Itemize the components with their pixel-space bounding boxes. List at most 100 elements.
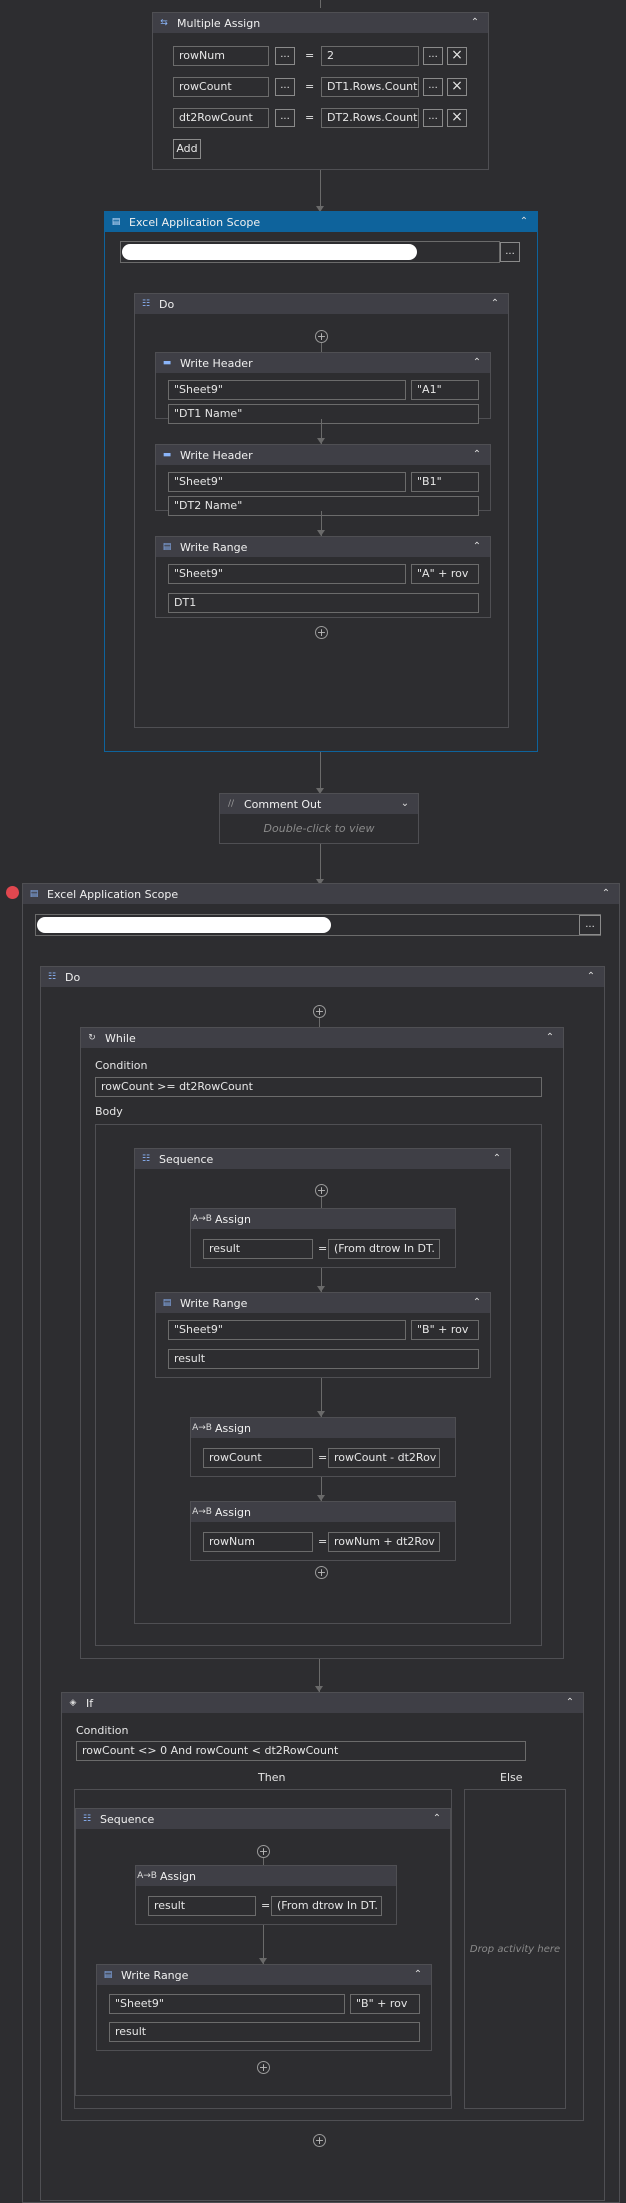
plus-circle-icon[interactable]: + xyxy=(257,1845,270,1858)
write-header-activity[interactable]: ▬ Write Header ⌃ "Sheet9" "A1" "DT1 Name… xyxy=(155,352,491,424)
assign-value-field[interactable]: rowCount - dt2Rov xyxy=(328,1448,440,1468)
plus-circle-icon[interactable]: + xyxy=(315,330,328,343)
plus-circle-icon[interactable]: + xyxy=(313,1005,326,1018)
assign-value-field[interactable]: rowNum + dt2Rov xyxy=(328,1532,440,1552)
assign-value-field[interactable]: 2 xyxy=(321,46,419,66)
double-chevron-up-icon[interactable]: ⌃ xyxy=(543,1030,557,1044)
double-chevron-up-icon[interactable]: ⌃ xyxy=(599,886,613,900)
do-container[interactable]: ☷ Do ⌃ + ▬ Write Header ⌃ "Sheet9" "A1" … xyxy=(134,293,509,728)
sheet-name-field[interactable]: "Sheet9" xyxy=(168,564,406,584)
comment-out-header[interactable]: // Comment Out ⌄ xyxy=(220,794,418,814)
assign-to-field[interactable]: rowCount xyxy=(203,1448,313,1468)
assign-to-field[interactable]: result xyxy=(203,1239,313,1259)
while-header[interactable]: ↻ While ⌃ xyxy=(81,1028,563,1048)
delete-row-icon[interactable]: × xyxy=(447,109,467,127)
write-range-header[interactable]: ▤ Write Range ⌃ xyxy=(156,1293,490,1313)
assign-value-field[interactable]: DT1.Rows.Count xyxy=(321,77,419,97)
double-chevron-down-icon[interactable]: ⌄ xyxy=(398,796,412,810)
double-chevron-up-icon[interactable]: ⌃ xyxy=(411,1967,425,1981)
assign-to-field[interactable]: result xyxy=(148,1896,256,1916)
browse-button[interactable]: ... xyxy=(579,915,601,935)
write-range-activity[interactable]: ▤ Write Range ⌃ "Sheet9" "B" + rov resul… xyxy=(96,1964,432,2051)
write-range-header[interactable]: ▤ Write Range ⌃ xyxy=(97,1965,431,1985)
double-chevron-up-icon[interactable]: ⌃ xyxy=(563,1695,577,1709)
double-chevron-up-icon[interactable]: ⌃ xyxy=(470,355,484,369)
double-chevron-up-icon[interactable]: ⌃ xyxy=(470,539,484,553)
write-header-header[interactable]: ▬ Write Header ⌃ xyxy=(156,353,490,373)
sequence-header[interactable]: ☷ Sequence ⌃ xyxy=(135,1149,510,1169)
then-branch[interactable]: ☷ Sequence ⌃ + A→B Assign result = (From… xyxy=(74,1789,452,2109)
write-range-activity[interactable]: ▤ Write Range ⌃ "Sheet9" "A" + rov DT1 xyxy=(155,536,491,618)
browse-button[interactable]: ... xyxy=(275,109,295,127)
sequence-activity[interactable]: ☷ Sequence ⌃ + A→B Assign result = (From… xyxy=(134,1148,511,1624)
datatable-field[interactable]: result xyxy=(168,1349,479,1369)
do-container[interactable]: ☷ Do ⌃ + ↻ While ⌃ Condition rowCount >=… xyxy=(40,966,605,2201)
assign-header[interactable]: A→B Assign xyxy=(191,1209,455,1229)
double-chevron-up-icon[interactable]: ⌃ xyxy=(490,1151,504,1165)
assign-activity[interactable]: A→B Assign rowNum = rowNum + dt2Rov xyxy=(190,1501,456,1561)
delete-row-icon[interactable]: × xyxy=(447,78,467,96)
assign-header[interactable]: A→B Assign xyxy=(136,1866,396,1886)
plus-circle-icon[interactable]: + xyxy=(315,1566,328,1579)
excel-scope-header[interactable]: ▤ Excel Application Scope ⌃ xyxy=(105,212,537,232)
browse-button[interactable]: ... xyxy=(423,47,443,65)
cell-field[interactable]: "B" + rov xyxy=(350,1994,420,2014)
cell-field[interactable]: "A1" xyxy=(411,380,479,400)
datatable-field[interactable]: DT1 xyxy=(168,593,479,613)
browse-button[interactable]: ... xyxy=(423,78,443,96)
write-header-header[interactable]: ▬ Write Header ⌃ xyxy=(156,445,490,465)
sheet-name-field[interactable]: "Sheet9" xyxy=(168,472,406,492)
sheet-name-field[interactable]: "Sheet9" xyxy=(168,1320,406,1340)
assign-to-field[interactable]: rowNum xyxy=(203,1532,313,1552)
sequence-activity[interactable]: ☷ Sequence ⌃ + A→B Assign result = (From… xyxy=(75,1808,451,2096)
assign-activity[interactable]: A→B Assign rowCount = rowCount - dt2Rov xyxy=(190,1417,456,1477)
double-chevron-up-icon[interactable]: ⌃ xyxy=(517,214,531,228)
write-range-activity[interactable]: ▤ Write Range ⌃ "Sheet9" "B" + rov resul… xyxy=(155,1292,491,1378)
cell-field[interactable]: "B" + rov xyxy=(411,1320,479,1340)
assign-variable-field[interactable]: rowNum xyxy=(173,46,269,66)
do-header[interactable]: ☷ Do ⌃ xyxy=(135,294,508,314)
cell-field[interactable]: "B1" xyxy=(411,472,479,492)
assign-activity[interactable]: A→B Assign result = (From dtrow In DT. xyxy=(190,1208,456,1268)
assign-activity[interactable]: A→B Assign result = (From dtrow In DT. xyxy=(135,1865,397,1925)
browse-button[interactable]: ... xyxy=(500,242,520,262)
double-chevron-up-icon[interactable]: ⌃ xyxy=(488,296,502,310)
if-header[interactable]: ◈ If ⌃ xyxy=(62,1693,583,1713)
comment-out-activity[interactable]: // Comment Out ⌄ Double-click to view xyxy=(219,793,419,844)
plus-circle-icon[interactable]: + xyxy=(315,626,328,639)
excel-application-scope-1[interactable]: ▤ Excel Application Scope ⌃ ... ☷ Do ⌃ +… xyxy=(104,211,538,752)
while-body[interactable]: ☷ Sequence ⌃ + A→B Assign result = (From… xyxy=(95,1124,542,1646)
double-chevron-up-icon[interactable]: ⌃ xyxy=(470,447,484,461)
double-chevron-up-icon[interactable]: ⌃ xyxy=(470,1295,484,1309)
browse-button[interactable]: ... xyxy=(275,78,295,96)
plus-circle-icon[interactable]: + xyxy=(257,2061,270,2074)
browse-button[interactable]: ... xyxy=(423,109,443,127)
assign-variable-field[interactable]: rowCount xyxy=(173,77,269,97)
multiple-assign-activity[interactable]: ⇆ Multiple Assign ⌃ rowNum ... = 2 ... ×… xyxy=(152,12,489,170)
assign-header[interactable]: A→B Assign xyxy=(191,1502,455,1522)
double-chevron-up-icon[interactable]: ⌃ xyxy=(584,969,598,983)
if-condition-field[interactable]: rowCount <> 0 And rowCount < dt2RowCount xyxy=(76,1741,526,1761)
write-header-activity[interactable]: ▬ Write Header ⌃ "Sheet9" "B1" "DT2 Name… xyxy=(155,444,491,516)
sheet-name-field[interactable]: "Sheet9" xyxy=(168,380,406,400)
assign-variable-field[interactable]: dt2RowCount xyxy=(173,108,269,128)
multiple-assign-header[interactable]: ⇆ Multiple Assign ⌃ xyxy=(153,13,488,33)
double-chevron-up-icon[interactable]: ⌃ xyxy=(430,1811,444,1825)
assign-value-field[interactable]: (From dtrow In DT. xyxy=(271,1896,382,1916)
sequence-header[interactable]: ☷ Sequence ⌃ xyxy=(76,1809,450,1829)
double-chevron-up-icon[interactable]: ⌃ xyxy=(468,15,482,29)
write-range-header[interactable]: ▤ Write Range ⌃ xyxy=(156,537,490,557)
while-condition-field[interactable]: rowCount >= dt2RowCount xyxy=(95,1077,542,1097)
excel-scope-header[interactable]: ▤ Excel Application Scope ⌃ xyxy=(23,884,619,904)
assign-header[interactable]: A→B Assign xyxy=(191,1418,455,1438)
assign-value-field[interactable]: (From dtrow In DT. xyxy=(328,1239,440,1259)
datatable-field[interactable]: result xyxy=(109,2022,420,2042)
plus-circle-icon[interactable]: + xyxy=(315,1184,328,1197)
sheet-name-field[interactable]: "Sheet9" xyxy=(109,1994,345,2014)
delete-row-icon[interactable]: × xyxy=(447,47,467,65)
do-header[interactable]: ☷ Do ⌃ xyxy=(41,967,604,987)
plus-circle-icon[interactable]: + xyxy=(313,2134,326,2147)
breakpoint-icon[interactable] xyxy=(6,886,19,899)
if-activity[interactable]: ◈ If ⌃ Condition rowCount <> 0 And rowCo… xyxy=(61,1692,584,2121)
value-field[interactable]: "DT2 Name" xyxy=(168,496,479,516)
